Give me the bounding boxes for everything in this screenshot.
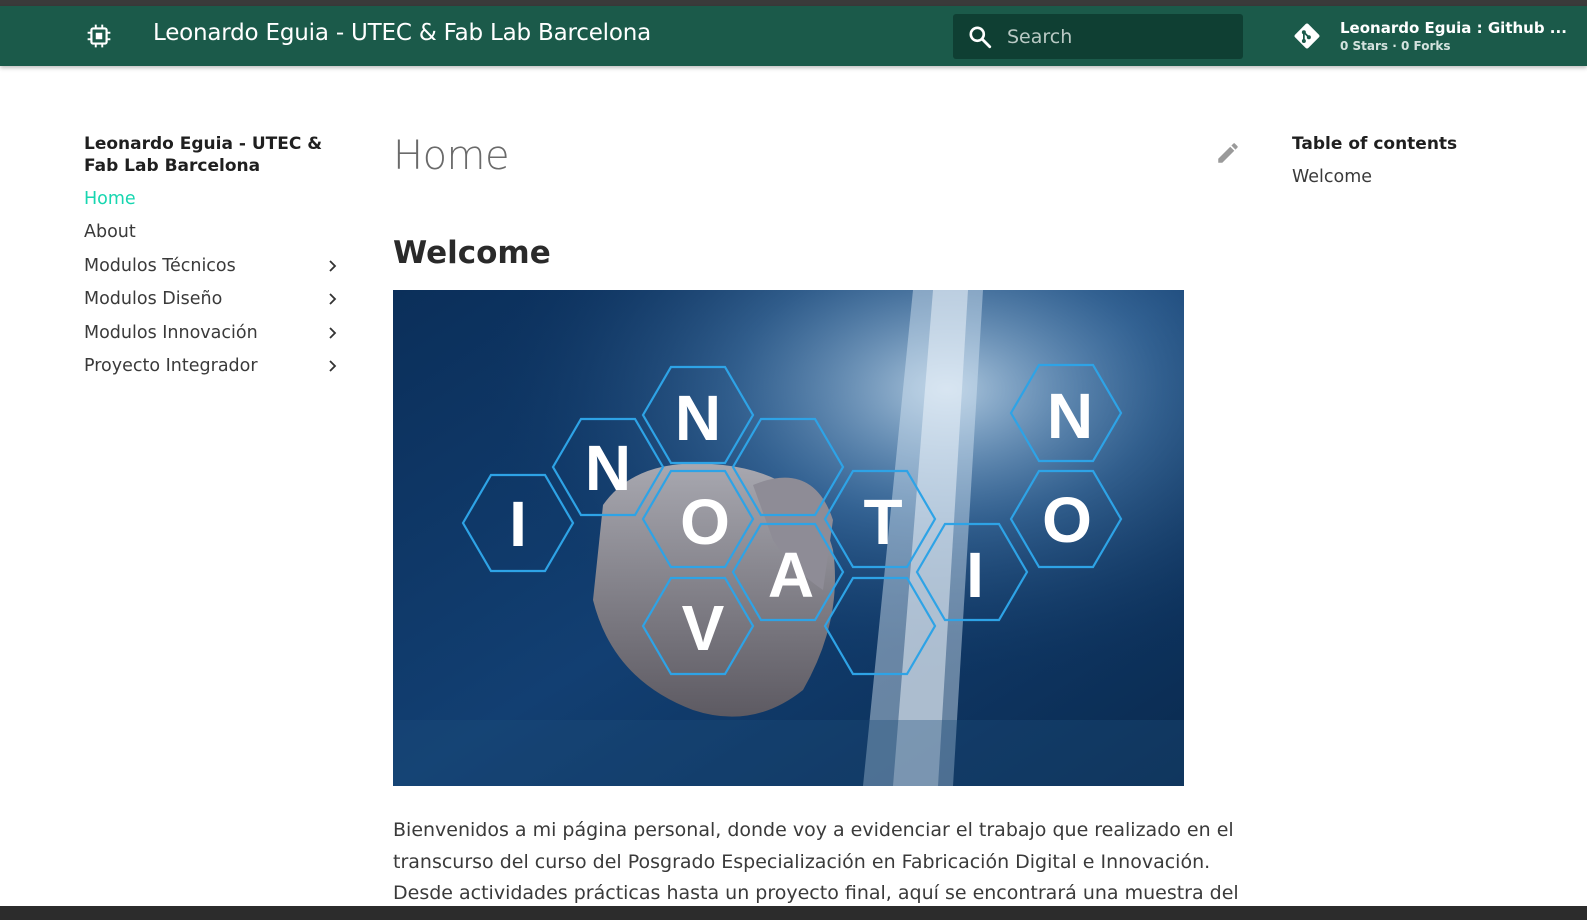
toc-item-welcome[interactable]: Welcome [1292, 166, 1552, 188]
chevron-right-icon[interactable] [326, 290, 340, 308]
git-icon [1294, 23, 1320, 49]
nav-item-label: Proyecto Integrador [84, 355, 258, 376]
nav-item-modulos-diseno[interactable]: Modulos Diseño [84, 288, 344, 321]
page-title: Home [393, 133, 510, 179]
nav-item-about[interactable]: About [84, 221, 344, 254]
site-title[interactable]: Leonardo Eguia - UTEC & Fab Lab Barcelon… [153, 20, 651, 46]
repo-name: Leonardo Eguia : Github ... [1340, 19, 1567, 37]
toc-title: Table of contents [1292, 134, 1458, 154]
nav-item-modulos-innovacion[interactable]: Modulos Innovación [84, 322, 344, 355]
hero-letter: T [863, 486, 902, 558]
nav-item-label: Modulos Innovación [84, 322, 258, 343]
nav-list: Home About Modulos Técnicos Modulos Dise… [84, 188, 344, 388]
hero-letter: N [1047, 380, 1093, 452]
hero-letter: V [682, 592, 725, 664]
repo-facts: 0 Stars · 0 Forks [1340, 39, 1451, 53]
hero-letter: I [509, 488, 527, 560]
hero-letter: N [585, 432, 631, 504]
nav-title: Leonardo Eguia - UTEC & Fab Lab Barcelon… [84, 134, 323, 176]
nav-item-proyecto-integrador[interactable]: Proyecto Integrador [84, 355, 344, 388]
nav-item-label: Home [84, 189, 136, 209]
window-bottom-edge [0, 906, 1587, 920]
chevron-right-icon[interactable] [326, 257, 340, 275]
hero-letter: O [680, 486, 730, 558]
main-content: Home Welcome I N N O V A T I O N Bienven… [393, 130, 1243, 904]
section-heading: Welcome [393, 235, 551, 271]
nav-item-label: About [84, 222, 136, 243]
hero-letter: O [1042, 484, 1092, 556]
nav-item-label: Modulos Diseño [84, 289, 223, 310]
chevron-right-icon[interactable] [326, 357, 340, 375]
hero-letter: I [966, 539, 984, 611]
hero-letter: N [675, 382, 721, 454]
search-icon [969, 26, 992, 49]
chevron-right-icon[interactable] [326, 324, 340, 342]
hero-letter: A [768, 539, 814, 611]
pencil-icon[interactable] [1215, 140, 1241, 166]
nav-item-modulos-tecnicos[interactable]: Modulos Técnicos [84, 255, 344, 288]
search-input[interactable] [1007, 14, 1233, 59]
table-of-contents: Table of contents Welcome [1292, 133, 1552, 188]
innovation-hero-image: I N N O V A T I O N [393, 290, 1184, 786]
search-box[interactable] [953, 14, 1243, 59]
repo-link[interactable]: Leonardo Eguia : Github ... 0 Stars · 0 … [1292, 15, 1582, 59]
primary-navigation: Leonardo Eguia - UTEC & Fab Lab Barcelon… [84, 133, 344, 388]
chip-icon[interactable] [86, 23, 112, 49]
welcome-paragraph: Bienvenidos a mi página personal, donde … [393, 819, 1239, 904]
site-header: Leonardo Eguia - UTEC & Fab Lab Barcelon… [0, 6, 1587, 66]
nav-item-label: Modulos Técnicos [84, 255, 236, 276]
nav-item-home[interactable]: Home [84, 188, 344, 221]
